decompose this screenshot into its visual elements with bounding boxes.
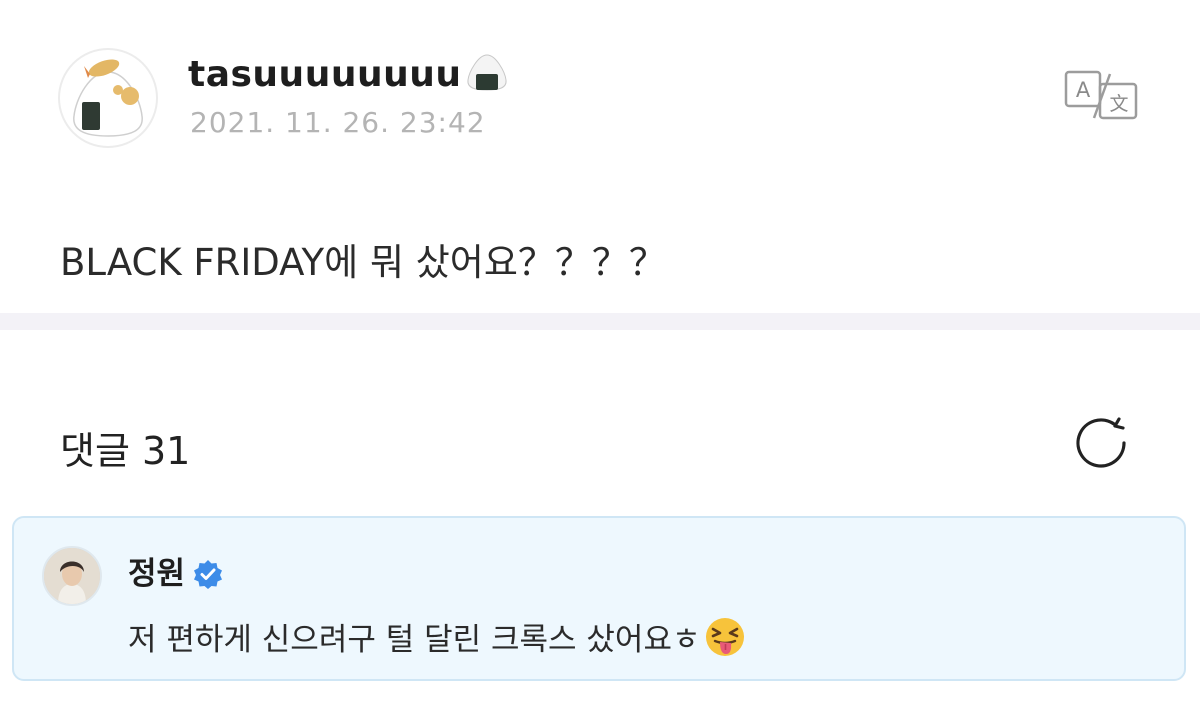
commenter-avatar[interactable] — [42, 546, 102, 606]
comment-item[interactable]: 정원 저 편하게 신으려구 털 달린 크록스 샀어요ㅎ — [12, 516, 1186, 681]
comment-text: 저 편하게 신으려구 털 달린 크록스 샀어요ㅎ — [128, 614, 746, 666]
post-header: tasuuuuuuuu 2021. 11. 26. 23:42 A 文 — [0, 0, 1200, 190]
onigiri-icon — [465, 52, 509, 101]
verified-badge-icon — [193, 559, 223, 597]
svg-text:文: 文 — [1109, 93, 1128, 115]
post-timestamp: 2021. 11. 26. 23:42 — [190, 106, 486, 139]
svg-text:A: A — [1076, 78, 1091, 102]
refresh-icon — [1076, 417, 1126, 468]
refresh-button[interactable] — [1074, 416, 1132, 470]
translate-button[interactable]: A 文 — [1064, 70, 1140, 122]
squinting-face-with-tongue-icon — [704, 616, 746, 666]
author-name-text: tasuuuuuuuu — [188, 54, 462, 95]
post-body: BLACK FRIDAY에 뭐 샀어요？？？？ — [60, 241, 666, 284]
person-avatar-icon — [44, 548, 100, 604]
section-divider — [0, 313, 1200, 330]
commenter-name-text: 정원 — [128, 556, 186, 592]
translate-icon: A 文 — [1064, 70, 1138, 120]
onigiri-shrimp-avatar-icon — [73, 59, 143, 137]
author-avatar[interactable] — [58, 48, 158, 148]
author-name[interactable]: tasuuuuuuuu — [188, 52, 509, 101]
comments-count-title: 댓글 31 — [60, 429, 191, 473]
comment-text-body: 저 편하게 신으려구 털 달린 크록스 샀어요ㅎ — [128, 622, 701, 658]
commenter-name[interactable]: 정원 — [128, 548, 223, 597]
